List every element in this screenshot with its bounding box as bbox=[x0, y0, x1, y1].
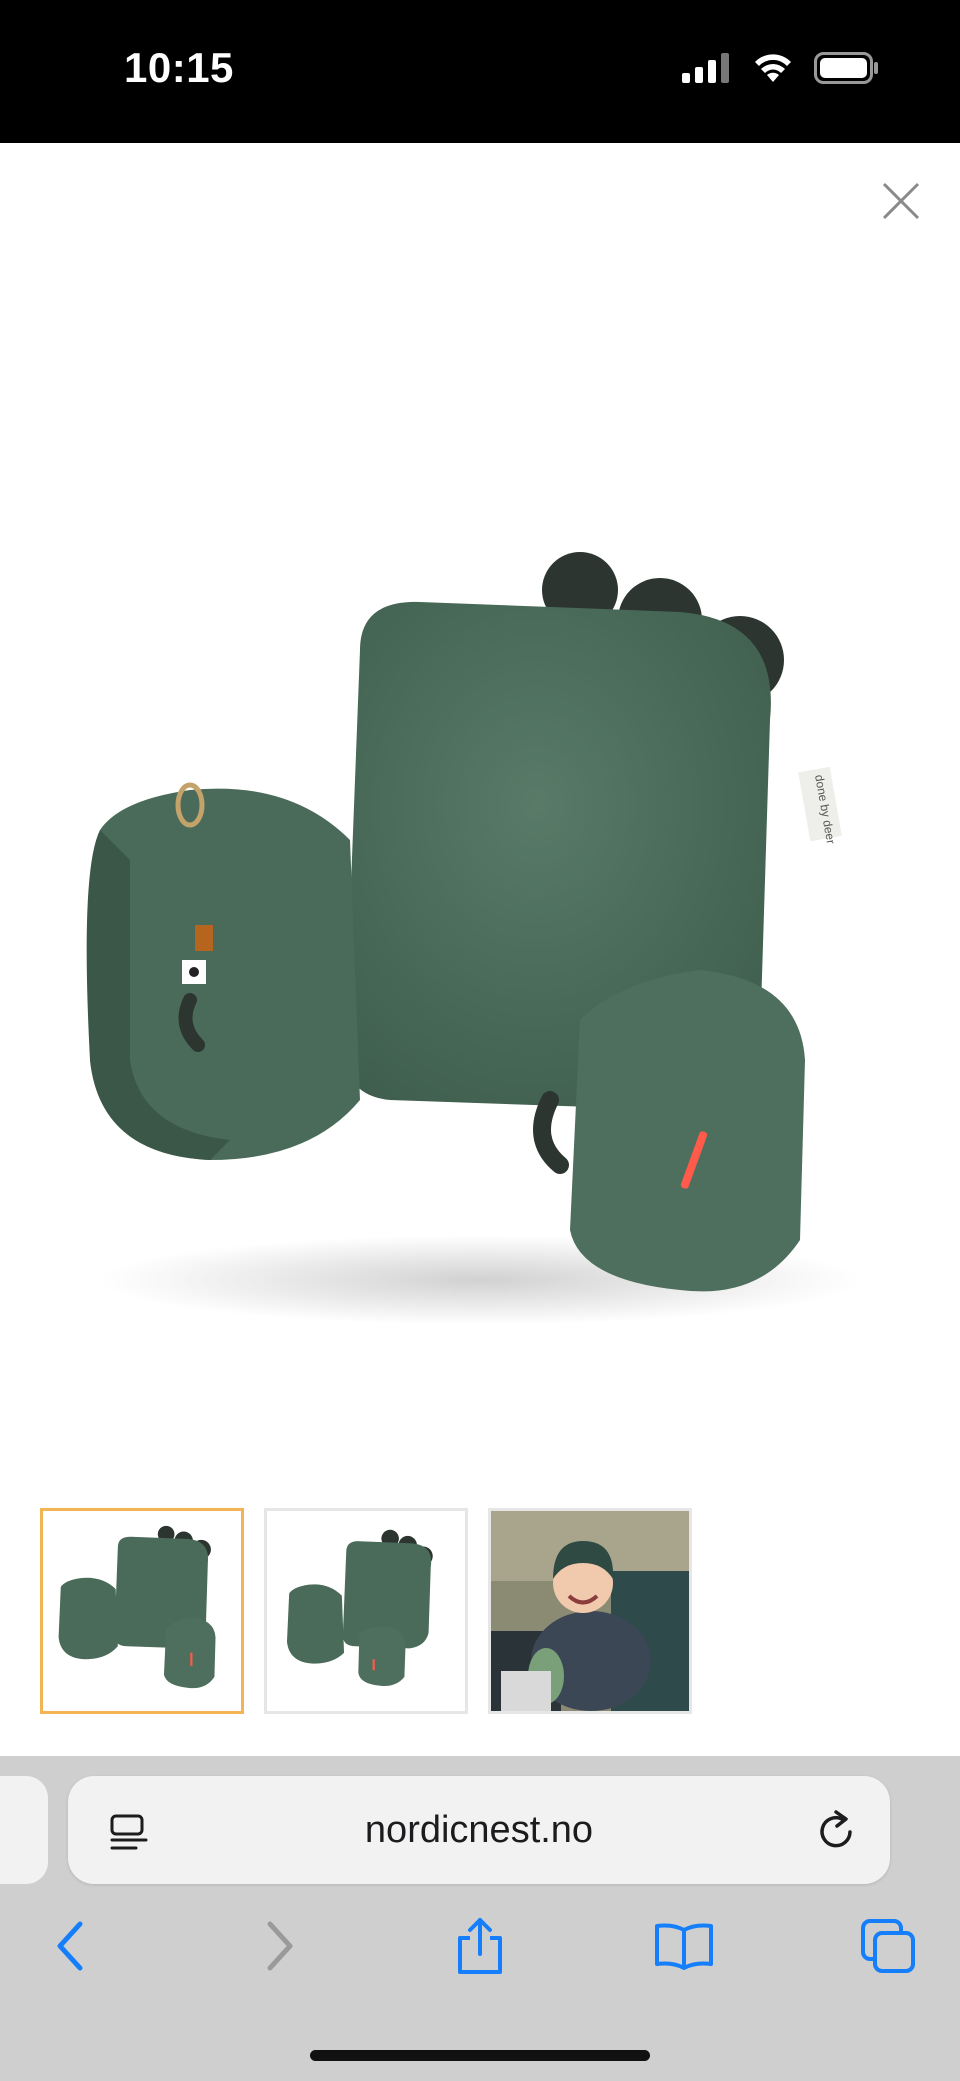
cellular-signal-icon bbox=[682, 53, 729, 83]
share-icon bbox=[458, 1918, 502, 1974]
address-bar[interactable]: nordicnest.no bbox=[68, 1776, 890, 1884]
tabs-button[interactable] bbox=[856, 1914, 920, 1978]
forward-button[interactable] bbox=[246, 1914, 310, 1978]
bookmarks-icon bbox=[655, 1923, 713, 1970]
bookmarks-button[interactable] bbox=[652, 1914, 716, 1978]
thumbnail-image-3 bbox=[491, 1511, 689, 1711]
thumbnail-strip bbox=[40, 1508, 692, 1714]
status-time: 10:15 bbox=[124, 44, 234, 91]
thumbnail-image-1 bbox=[58, 1525, 216, 1689]
thumbnail-image-2 bbox=[286, 1529, 433, 1686]
browser-toolbar bbox=[0, 1914, 960, 1994]
status-bar: 10:15 bbox=[0, 0, 960, 143]
url-text: nordicnest.no bbox=[364, 1808, 594, 1851]
tabs-icon bbox=[861, 1919, 915, 1973]
back-button[interactable] bbox=[40, 1914, 104, 1978]
product-main-image[interactable]: done by deer bbox=[60, 540, 880, 1340]
browser-bottom-bar: nordicnest.no bbox=[0, 1756, 960, 2081]
thumbnail-pillow-angle[interactable] bbox=[264, 1508, 468, 1714]
close-button[interactable] bbox=[878, 178, 924, 224]
thumbnail-pillow-front[interactable] bbox=[40, 1508, 244, 1714]
previous-tab-peek[interactable] bbox=[0, 1776, 48, 1884]
back-icon bbox=[57, 1921, 83, 1971]
thumbnail-baby-in-stroller[interactable] bbox=[488, 1508, 692, 1714]
battery-icon bbox=[814, 52, 878, 84]
home-indicator bbox=[310, 2050, 650, 2061]
close-icon bbox=[882, 182, 920, 220]
reload-icon[interactable] bbox=[814, 1808, 860, 1854]
status-icons bbox=[682, 52, 880, 84]
share-button[interactable] bbox=[448, 1914, 512, 1978]
wifi-icon bbox=[755, 54, 791, 82]
forward-icon bbox=[267, 1921, 293, 1971]
